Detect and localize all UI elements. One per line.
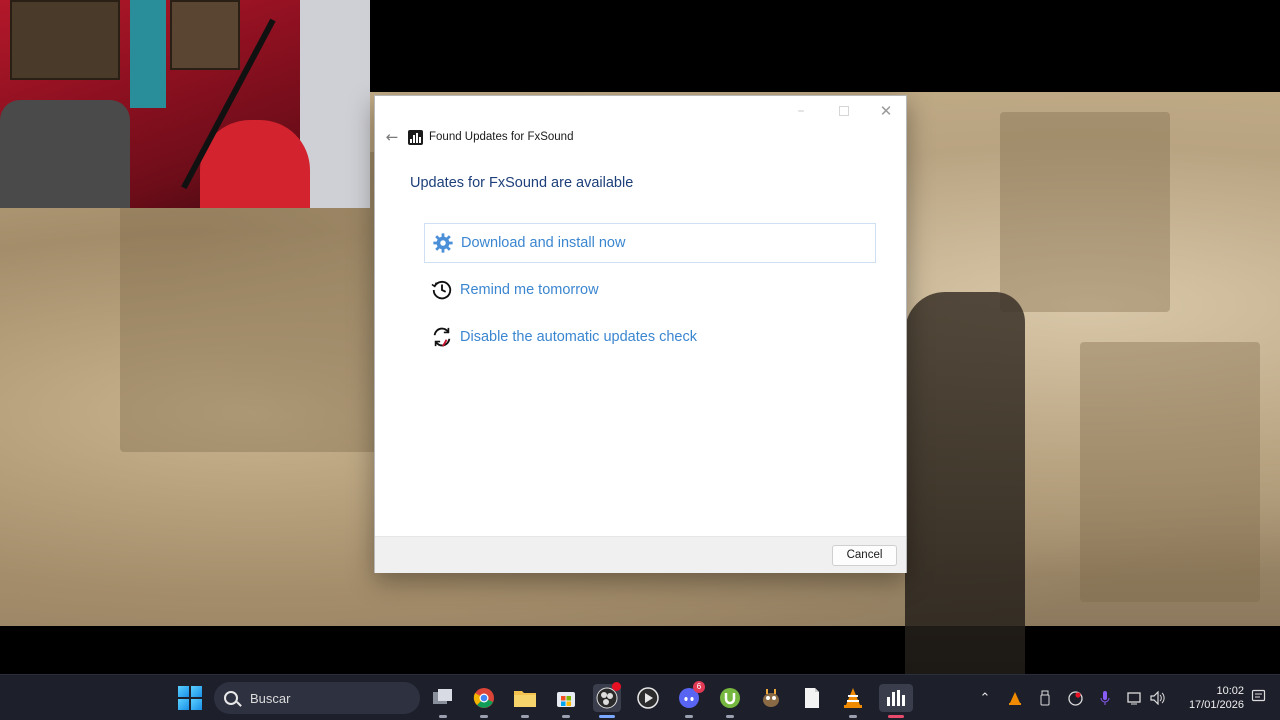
utorrent-icon[interactable] [716,684,744,718]
title-bar: – ✕ [375,96,906,126]
person-figure [905,292,1025,718]
download-install-label: Download and install now [461,235,626,251]
disable-sync-icon [430,325,454,349]
main-instruction: Updates for FxSound are available [410,175,634,191]
network-icon[interactable] [1125,687,1145,709]
volume-icon[interactable] [1148,687,1168,709]
search-placeholder: Buscar [250,690,291,706]
dialog-header: ← Found Updates for FxSound [381,126,781,148]
download-install-button[interactable]: Download and install now [424,223,876,263]
chrome-icon[interactable] [470,684,498,718]
gear-icon [431,231,455,255]
gimp-icon[interactable] [757,684,785,712]
clock-date: 17/01/2026 [1188,699,1244,711]
disable-updates-button[interactable]: Disable the automatic updates check [424,317,876,357]
webcam-overlay [0,0,370,208]
clock-time: 10:02 [1216,685,1244,697]
fxsound-icon[interactable] [879,684,913,718]
cancel-button[interactable]: Cancel [832,545,897,566]
obs-icon[interactable] [593,682,621,718]
minimize-button[interactable]: – [790,100,812,122]
back-arrow-icon[interactable]: ← [381,126,403,148]
discord-badge: 6 [693,681,705,693]
dialog-title: Found Updates for FxSound [429,131,574,143]
remind-tomorrow-button[interactable]: Remind me tomorrow [424,270,876,310]
obs-tray-icon[interactable] [1065,687,1085,709]
taskbar: Buscar 6 ⌃ 10:02 17/01/2026 [0,674,1280,720]
microsoft-store-icon[interactable] [552,684,580,718]
search-icon [224,691,238,705]
taskbar-search[interactable]: Buscar [214,682,420,714]
dialog-footer: Cancel [375,536,906,573]
microphone-icon[interactable] [1095,687,1115,709]
update-dialog: – ✕ ← Found Updates for FxSound Updates … [374,95,907,573]
file-explorer-icon[interactable] [511,684,539,718]
vlc-tray-icon[interactable] [1005,687,1025,709]
notification-icon[interactable] [1250,689,1266,705]
disable-updates-label: Disable the automatic updates check [460,329,697,345]
task-view-icon[interactable] [429,684,457,718]
notepad-icon[interactable] [798,684,826,712]
usb-device-icon[interactable] [1035,687,1055,709]
media-player-icon[interactable] [634,684,662,712]
close-button[interactable]: ✕ [875,100,897,122]
vlc-icon[interactable] [839,684,867,718]
windows-start-icon[interactable] [178,686,202,710]
fxsound-app-icon [408,129,423,145]
clock-history-icon [430,278,454,302]
desktop: – ✕ ← Found Updates for FxSound Updates … [0,0,1280,720]
system-clock[interactable]: 10:02 17/01/2026 [1176,684,1244,712]
discord-icon[interactable]: 6 [675,681,705,718]
recording-indicator [612,682,621,691]
chevron-up-icon[interactable]: ⌃ [975,687,995,709]
remind-tomorrow-label: Remind me tomorrow [460,282,599,298]
maximize-button[interactable] [833,100,855,122]
